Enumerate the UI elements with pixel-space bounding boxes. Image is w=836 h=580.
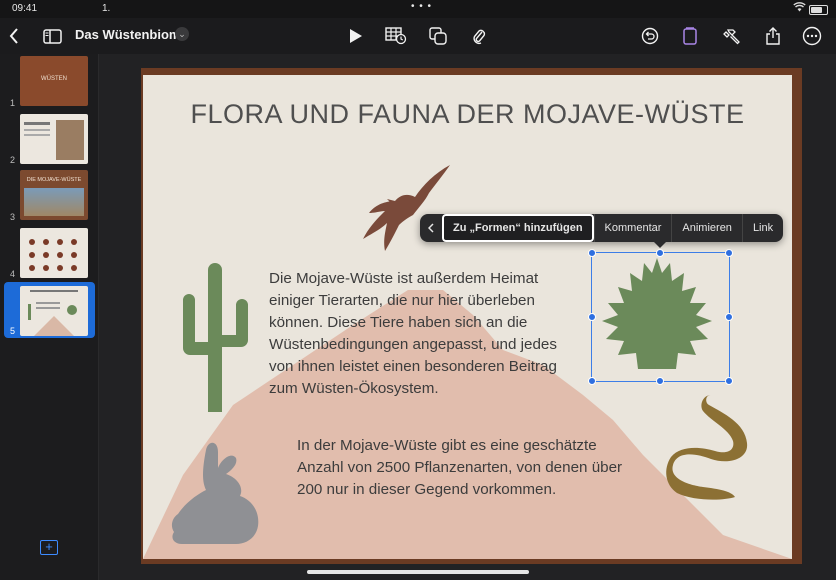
body-paragraph-2[interactable]: In der Mojave-Wüste gibt es eine geschät…: [297, 435, 637, 501]
slide-number: 1: [10, 98, 16, 108]
menu-item-add-to-shapes[interactable]: Zu „Formen“ hinzufügen: [442, 214, 594, 242]
play-icon[interactable]: [348, 18, 364, 54]
menu-item-link[interactable]: Link: [741, 214, 783, 242]
slide-thumbnail-1[interactable]: WÜSTEN: [20, 56, 88, 106]
body-paragraph-1[interactable]: Die Mojave-Wüste ist außerdem Heimat ein…: [269, 268, 579, 400]
share-icon[interactable]: [764, 18, 782, 54]
resize-handle[interactable]: [588, 249, 596, 257]
resize-handle[interactable]: [656, 377, 664, 385]
slide-number: 3: [10, 212, 16, 222]
menu-back-chevron-icon[interactable]: [420, 214, 442, 242]
multitasking-dots-icon[interactable]: • • •: [411, 1, 432, 12]
resize-handle[interactable]: [588, 377, 596, 385]
battery-icon: [809, 5, 828, 15]
resize-handle[interactable]: [588, 313, 596, 321]
chevron-down-icon[interactable]: ⌄: [175, 27, 189, 41]
slide-thumbnail-4[interactable]: [20, 228, 88, 278]
slide-title[interactable]: FLORA UND FAUNA DER MOJAVE-WÜSTE: [143, 99, 792, 130]
wifi-icon: [793, 2, 806, 15]
rabbit-icon[interactable]: [166, 440, 266, 550]
more-icon[interactable]: [802, 18, 822, 54]
menu-pointer: [654, 242, 666, 248]
slide-number: 2: [10, 155, 16, 165]
sidebar-toggle-icon[interactable]: [42, 18, 62, 54]
slide-thumbnail-2[interactable]: [20, 114, 88, 164]
resize-handle[interactable]: [725, 313, 733, 321]
table-insert-icon[interactable]: [384, 18, 408, 54]
slide-number: 5: [10, 326, 16, 336]
status-carrier: 1.: [102, 3, 111, 14]
add-slide-button[interactable]: +: [40, 540, 58, 555]
menu-item-animate[interactable]: Animieren: [671, 214, 742, 242]
snake-icon[interactable]: [663, 393, 758, 503]
resize-handle[interactable]: [656, 249, 664, 257]
slide-thumbnail-5[interactable]: [20, 286, 88, 336]
paperclip-icon[interactable]: [470, 18, 488, 54]
document-title[interactable]: Das Wüstenbiom: [75, 27, 180, 42]
cactus-icon[interactable]: [180, 260, 250, 415]
status-time: 09:41: [12, 3, 38, 14]
home-indicator[interactable]: [307, 570, 529, 574]
slide-thumbnail-3[interactable]: DIE MOJAVE-WÜSTE: [20, 170, 88, 220]
thumbnail-title: WÜSTEN: [41, 76, 67, 82]
resize-handle[interactable]: [725, 377, 733, 385]
menu-item-comment[interactable]: Kommentar: [593, 214, 672, 242]
thumbnail-title: DIE MOJAVE-WÜSTE: [26, 177, 82, 183]
shape-insert-icon[interactable]: [428, 18, 448, 54]
resize-handle[interactable]: [725, 249, 733, 257]
undo-icon[interactable]: [640, 18, 660, 54]
context-menu: Zu „Formen“ hinzufügen Kommentar Animier…: [420, 214, 784, 248]
back-chevron-icon[interactable]: [6, 18, 22, 54]
slide-number: 4: [10, 269, 16, 279]
hammer-icon[interactable]: [722, 18, 742, 54]
status-bar: 09:41 1. • • •: [0, 0, 836, 18]
format-brush-icon[interactable]: [680, 18, 700, 54]
toolbar: Das Wüstenbiom ⌄: [0, 18, 836, 54]
selection-box: [591, 252, 730, 382]
